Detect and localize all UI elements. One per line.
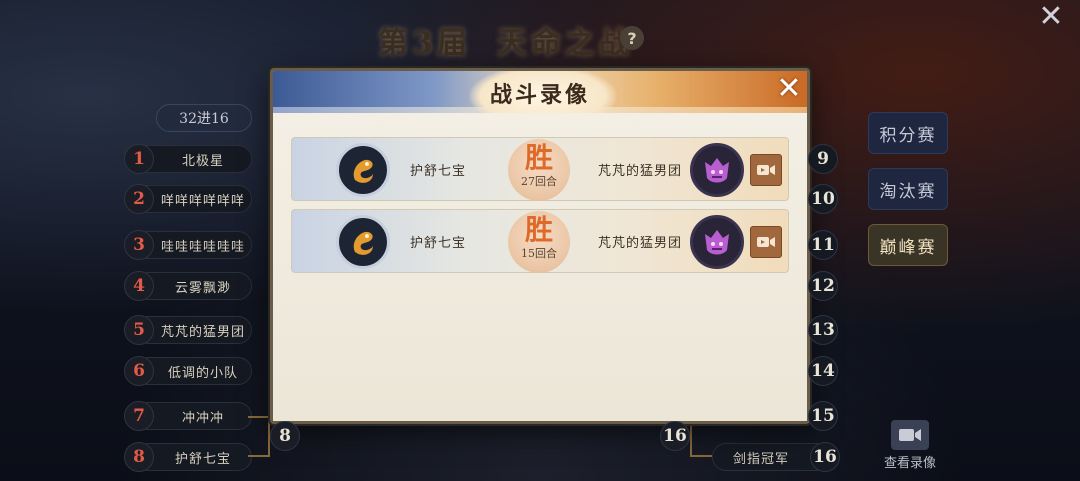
team-name: 护舒七宝	[146, 443, 252, 471]
replay-record-row: 护舒七宝 胜 15回合 芃芃的猛男团	[291, 209, 789, 273]
right-player-name: 芃芃的猛男团	[598, 236, 683, 251]
question-circle-icon[interactable]: ?	[620, 26, 644, 50]
team-name: 剑指冠军	[712, 443, 818, 471]
bracket-entry-2[interactable]: 2 咩咩咩咩咩咩	[124, 184, 252, 214]
bracket-entry-12[interactable]: 12	[808, 271, 838, 301]
seed-number: 12	[808, 271, 838, 301]
bracket-entry-7[interactable]: 7 冲冲冲	[124, 401, 252, 431]
seed-number: 8	[124, 442, 154, 472]
result-badge: 胜 27回合	[508, 139, 570, 201]
golden-dragon-icon	[336, 215, 390, 269]
tab-label: 淘汰赛	[879, 181, 937, 202]
result-label: 胜	[524, 141, 553, 174]
bracket-entry-5[interactable]: 5 芃芃的猛男团	[124, 315, 252, 345]
seed-number: 5	[124, 315, 154, 345]
play-replay-button[interactable]	[750, 226, 782, 258]
bracket-entry-10[interactable]: 10	[808, 184, 838, 214]
team-name: 哇哇哇哇哇哇	[146, 231, 252, 259]
page-title: 第3届 天命之战	[378, 18, 633, 62]
bracket-entry-16[interactable]: 剑指冠军 16	[712, 442, 840, 472]
result-label: 胜	[524, 213, 553, 246]
bracket-entry-11[interactable]: 11	[808, 230, 838, 260]
right-player-name: 芃芃的猛男团	[598, 164, 683, 179]
event-name: 天命之战	[496, 26, 633, 61]
seed-number: 6	[124, 356, 154, 386]
advanced-seed-number: 16	[660, 421, 690, 451]
tab-label: 积分赛	[879, 125, 937, 146]
left-player-name: 护舒七宝	[410, 236, 467, 251]
rounds-count: 15回合	[521, 247, 557, 260]
close-x-icon[interactable]: ✕	[1036, 2, 1066, 32]
team-name: 咩咩咩咩咩咩	[146, 185, 252, 213]
close-x-icon[interactable]: ✕	[773, 73, 805, 105]
team-name: 北极星	[146, 145, 252, 173]
team-name: 云雾飘渺	[146, 272, 252, 300]
purple-beast-icon	[690, 143, 744, 197]
seed-number: 9	[808, 144, 838, 174]
seed-number: 11	[808, 230, 838, 260]
bracket-entry-3[interactable]: 3 哇哇哇哇哇哇	[124, 230, 252, 260]
team-name: 芃芃的猛男团	[146, 316, 252, 344]
golden-dragon-icon	[336, 143, 390, 197]
dialog-body: 护舒七宝 胜 27回合 芃芃的猛男团 护舒七宝 胜 15回合 芃芃的猛男团	[273, 113, 807, 421]
left-player-name: 护舒七宝	[410, 164, 467, 179]
team-name: 冲冲冲	[146, 402, 252, 430]
video-camera-icon	[757, 237, 775, 247]
tab-knockout[interactable]: 淘汰赛	[868, 168, 948, 210]
seed-number: 14	[808, 356, 838, 386]
bracket-entry-1[interactable]: 1 北极星	[124, 144, 252, 174]
replay-record-row: 护舒七宝 胜 27回合 芃芃的猛男团	[291, 137, 789, 201]
view-replay-button[interactable]: 查看录像	[878, 420, 942, 471]
tab-points-match[interactable]: 积分赛	[868, 112, 948, 154]
video-camera-icon	[891, 420, 929, 450]
bracket-advance-left: 8	[270, 421, 300, 451]
advanced-seed-number: 8	[270, 421, 300, 451]
seed-number: 16	[810, 442, 840, 472]
seed-number: 7	[124, 401, 154, 431]
bracket-entry-8[interactable]: 8 护舒七宝	[124, 442, 252, 472]
team-name: 低调的小队	[146, 357, 252, 385]
purple-beast-icon	[690, 215, 744, 269]
seed-number: 1	[124, 144, 154, 174]
view-replay-label: 查看录像	[883, 456, 936, 471]
tab-peak[interactable]: 巅峰赛	[868, 224, 948, 266]
seed-number: 2	[124, 184, 154, 214]
battle-replay-dialog: 战斗录像 ✕ 护舒七宝 胜 27回合 芃芃的猛男团 护舒七宝 胜 15回合 芃芃…	[270, 68, 810, 424]
round-tab-label: 32进16	[179, 111, 229, 127]
seed-number: 13	[808, 315, 838, 345]
bracket-entry-4[interactable]: 4 云雾飘渺	[124, 271, 252, 301]
bracket-entry-9[interactable]: 9	[808, 144, 838, 174]
bracket-connector	[248, 416, 270, 457]
bracket-advance-right: 16	[660, 421, 690, 451]
rounds-count: 27回合	[521, 175, 557, 188]
bracket-entry-14[interactable]: 14	[808, 356, 838, 386]
seed-number: 3	[124, 230, 154, 260]
seed-number: 4	[124, 271, 154, 301]
bracket-entry-13[interactable]: 13	[808, 315, 838, 345]
seed-number: 15	[808, 401, 838, 431]
play-replay-button[interactable]	[750, 154, 782, 186]
tab-label: 巅峰赛	[879, 237, 937, 258]
season-label: 第3届	[378, 26, 471, 61]
bracket-entry-15[interactable]: 15	[808, 401, 838, 431]
result-badge: 胜 15回合	[508, 211, 570, 273]
bracket-entry-6[interactable]: 6 低调的小队	[124, 356, 252, 386]
video-camera-icon	[757, 165, 775, 175]
round-tab-32-to-16[interactable]: 32进16	[156, 104, 252, 132]
dialog-title: 战斗录像	[489, 82, 590, 108]
seed-number: 10	[808, 184, 838, 214]
